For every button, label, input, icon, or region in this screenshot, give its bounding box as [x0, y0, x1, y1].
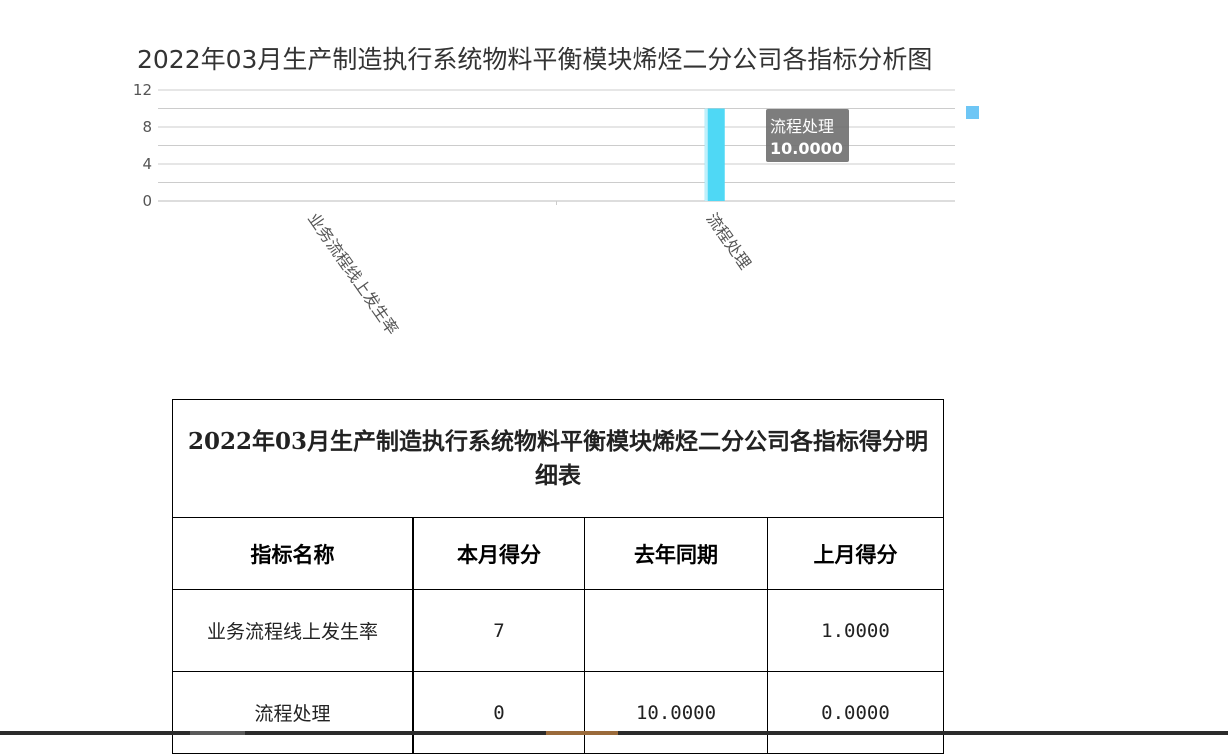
- y-tick-label: 8: [142, 118, 152, 136]
- tooltip: 流程处理 10.0000: [766, 109, 849, 162]
- tooltip-value: 10.0000: [770, 139, 843, 158]
- cell-last-year: 10.0000: [584, 671, 768, 754]
- y-axis-ticks: 0 4 8 12: [133, 81, 152, 210]
- cell-last-month: 0.0000: [767, 671, 944, 754]
- tooltip-label: 流程处理: [770, 117, 834, 136]
- y-tick-label: 4: [142, 155, 152, 173]
- cell-last-month: 1.0000: [767, 589, 944, 672]
- table-row: 流程处理 0 10.0000 0.0000: [172, 671, 944, 754]
- taskbar-item[interactable]: [546, 731, 618, 735]
- header-last-month: 上月得分: [767, 517, 944, 590]
- cell-indicator-name: 业务流程线上发生率: [172, 589, 414, 672]
- table-header-row: 指标名称 本月得分 去年同期 上月得分: [172, 517, 944, 590]
- bar-chart: 0 4 8 12 业务流程线上发生率 流程处理 流程处理 10.0000: [133, 81, 979, 338]
- cell-last-year: [584, 589, 768, 672]
- detail-table: 2022年03月生产制造执行系统物料平衡模块烯烃二分公司各指标得分明细表 指标名…: [172, 399, 944, 754]
- legend-swatch[interactable]: [966, 106, 979, 119]
- taskbar: [0, 731, 1228, 735]
- cell-indicator-name: 流程处理: [172, 671, 414, 754]
- y-tick-label: 0: [142, 192, 152, 210]
- header-this-month: 本月得分: [412, 517, 585, 590]
- table-row: 业务流程线上发生率 7 1.0000: [172, 589, 944, 672]
- cell-this-month: 7: [412, 589, 585, 672]
- header-last-year: 去年同期: [584, 517, 768, 590]
- x-tick-label: 业务流程线上发生率: [304, 209, 402, 338]
- y-tick-label: 12: [133, 81, 152, 99]
- cell-this-month: 0: [412, 671, 585, 754]
- x-tick-label: 流程处理: [702, 209, 754, 272]
- x-axis-labels: 业务流程线上发生率 流程处理: [304, 201, 755, 338]
- table-title: 2022年03月生产制造执行系统物料平衡模块烯烃二分公司各指标得分明细表: [172, 399, 944, 518]
- bar-highlight: [704, 108, 708, 201]
- taskbar-item[interactable]: [190, 731, 245, 735]
- header-indicator-name: 指标名称: [172, 517, 414, 590]
- bars: [704, 108, 725, 201]
